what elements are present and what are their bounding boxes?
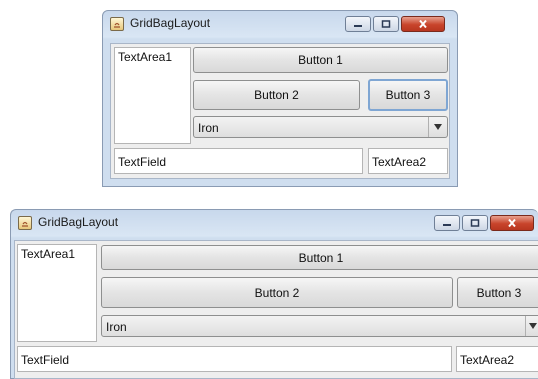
- java-app-icon: [18, 216, 32, 230]
- java-app-icon: [110, 17, 124, 31]
- content-pane: TextArea1 Button 1 Button 2 Button 3 Iro…: [14, 240, 538, 379]
- text-area-2-text: TextArea2: [460, 353, 515, 367]
- combo-box[interactable]: Iron: [101, 315, 538, 337]
- content-pane: TextArea1 Button 1 Button 2 Button 3 Iro…: [110, 43, 450, 179]
- text-area-1-text: TextArea1: [118, 50, 173, 64]
- button-1-label: Button 1: [298, 250, 344, 265]
- maximize-icon: [470, 219, 480, 227]
- button-3[interactable]: Button 3: [368, 79, 448, 111]
- text-area-1[interactable]: TextArea1: [114, 47, 191, 144]
- combo-box-value: Iron: [198, 121, 219, 135]
- button-1[interactable]: Button 1: [193, 47, 448, 73]
- combo-arrow-button[interactable]: [525, 316, 538, 336]
- minimize-icon: [443, 224, 451, 226]
- close-button[interactable]: [401, 16, 445, 32]
- title-bar[interactable]: GridBagLayout: [10, 209, 538, 237]
- close-icon: [508, 218, 516, 228]
- button-2[interactable]: Button 2: [193, 80, 360, 110]
- button-2-label: Button 2: [254, 285, 300, 300]
- button-1[interactable]: Button 1: [101, 245, 538, 270]
- minimize-button[interactable]: [434, 215, 460, 231]
- button-3-label: Button 3: [476, 285, 522, 300]
- minimize-icon: [354, 25, 362, 27]
- text-area-1-text: TextArea1: [21, 247, 76, 261]
- button-1-label: Button 1: [298, 53, 343, 67]
- window-title: GridBagLayout: [130, 16, 211, 30]
- combo-arrow-icon: [434, 124, 442, 130]
- close-button[interactable]: [490, 215, 534, 231]
- text-area-2[interactable]: TextArea2: [368, 148, 448, 174]
- text-field-value: TextField: [21, 353, 70, 367]
- close-icon: [419, 19, 427, 29]
- button-2[interactable]: Button 2: [101, 277, 453, 308]
- text-area-2[interactable]: TextArea2: [456, 346, 538, 372]
- text-area-1[interactable]: TextArea1: [17, 244, 97, 342]
- combo-box-value: Iron: [106, 320, 127, 334]
- text-area-2-text: TextArea2: [372, 155, 427, 169]
- button-3-label: Button 3: [385, 88, 431, 102]
- text-field[interactable]: TextField: [17, 346, 452, 372]
- combo-arrow-button[interactable]: [428, 117, 447, 137]
- maximize-button[interactable]: [462, 215, 488, 231]
- text-field[interactable]: TextField: [114, 148, 363, 174]
- combo-box[interactable]: Iron: [193, 116, 448, 138]
- minimize-button[interactable]: [345, 16, 371, 32]
- maximize-icon: [381, 20, 391, 28]
- maximize-button[interactable]: [373, 16, 399, 32]
- button-2-label: Button 2: [254, 88, 299, 102]
- window-1: GridBagLayout TextArea1 Button 1 Button …: [102, 10, 458, 187]
- title-bar[interactable]: GridBagLayout: [102, 10, 458, 38]
- button-3[interactable]: Button 3: [457, 277, 538, 308]
- combo-arrow-icon: [529, 323, 537, 329]
- text-field-value: TextField: [118, 155, 167, 169]
- window-title: GridBagLayout: [38, 215, 119, 229]
- window-2: GridBagLayout TextArea1 Button 1 Button …: [10, 209, 538, 379]
